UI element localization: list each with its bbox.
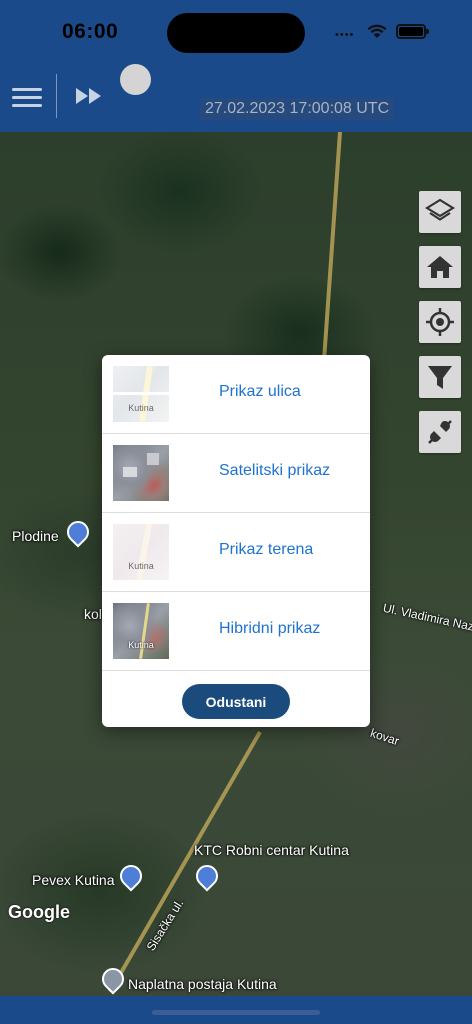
menu-button[interactable]	[10, 84, 44, 110]
option-label: Prikaz terena	[219, 541, 314, 558]
option-label: Hibridni prikaz	[219, 620, 321, 637]
street-map-thumbnail: Kutina	[113, 366, 169, 422]
menu-icon-bar	[12, 96, 42, 99]
map-type-dialog: Kutina Prikaz ulica Satelitski prikaz Ku…	[102, 355, 370, 727]
bottom-bar	[0, 996, 472, 1024]
store-pin[interactable]	[115, 860, 147, 892]
map-label-naplatna: Naplatna postaja Kutina	[128, 976, 277, 992]
plug-button[interactable]	[419, 411, 461, 453]
google-attribution: Google	[8, 902, 70, 922]
satellite-map-thumbnail	[113, 445, 169, 501]
timestamp-label: 27.02.2023 17:00:08 UTC	[200, 98, 395, 120]
status-time: 06:00	[62, 20, 119, 43]
dialog-footer: Odustani	[102, 671, 370, 727]
layers-icon	[425, 198, 455, 221]
thumbnail-label: Kutina	[128, 561, 154, 571]
map-label-plodine: Plodine	[12, 528, 59, 544]
divider	[56, 74, 57, 118]
dynamic-island	[167, 13, 305, 53]
wifi-icon	[367, 24, 387, 38]
filter-icon	[428, 366, 452, 389]
map-label-pevex: Pevex Kutina	[32, 872, 115, 888]
map-label-nazor: Ul. Vladimira Nazora	[381, 600, 472, 638]
status-bar: 06:00 ••••	[0, 0, 472, 60]
time-slider-handle[interactable]	[120, 64, 151, 95]
store-pin[interactable]	[62, 516, 94, 548]
signal-icon: ••••	[335, 29, 355, 41]
battery-icon	[396, 24, 429, 39]
map-label-ktc: KTC Robni centar Kutina	[194, 842, 349, 858]
option-hybrid-view[interactable]: Kutina Hibridni prikaz	[102, 592, 370, 671]
fast-forward-icon[interactable]	[74, 86, 104, 106]
cancel-button[interactable]: Odustani	[182, 684, 290, 719]
menu-icon	[12, 88, 42, 91]
filter-button[interactable]	[419, 356, 461, 398]
locate-button[interactable]	[419, 301, 461, 343]
option-label: Prikaz ulica	[219, 383, 301, 400]
home-icon	[427, 256, 453, 278]
thumbnail-label: Kutina	[128, 403, 154, 413]
option-satellite-view[interactable]: Satelitski prikaz	[102, 434, 370, 513]
home-button[interactable]	[419, 246, 461, 288]
road	[108, 731, 262, 993]
home-indicator[interactable]	[152, 1010, 320, 1015]
layers-button[interactable]	[419, 191, 461, 233]
plug-icon	[428, 420, 452, 444]
thumbnail-label: Kutina	[128, 640, 154, 650]
option-street-view[interactable]: Kutina Prikaz ulica	[102, 355, 370, 434]
option-label: Satelitski prikaz	[219, 462, 331, 479]
top-bar: 27.02.2023 17:00:08 UTC	[0, 60, 472, 132]
store-pin[interactable]	[191, 860, 223, 892]
map-label-kovar: kovar	[368, 725, 401, 749]
menu-icon-bar	[12, 104, 42, 107]
hybrid-map-thumbnail: Kutina	[113, 603, 169, 659]
locate-icon	[426, 308, 454, 336]
terrain-map-thumbnail: Kutina	[113, 524, 169, 580]
map-label-kol: kol	[84, 606, 102, 622]
option-terrain-view[interactable]: Kutina Prikaz terena	[102, 513, 370, 592]
